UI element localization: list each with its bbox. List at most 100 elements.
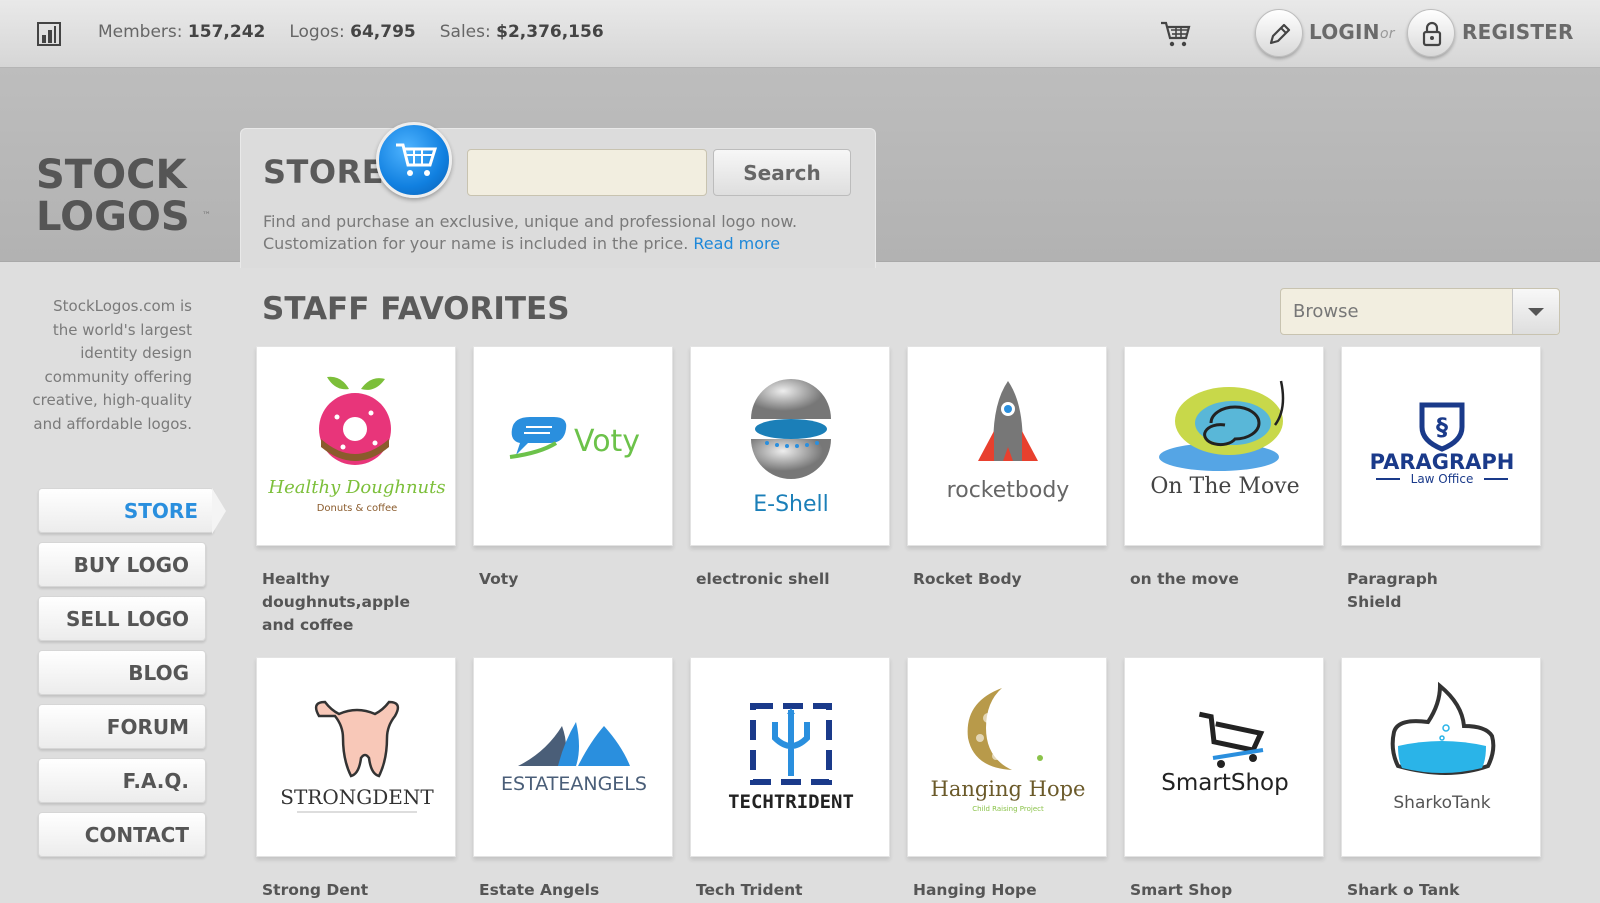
stat-label: Logos: (289, 22, 345, 42)
logo-thumbnail[interactable]: TECHTRIDENT (690, 657, 890, 857)
logo-tag-text: Donuts & coffee (317, 503, 398, 514)
register-icon-button[interactable] (1407, 9, 1455, 57)
logo-caption[interactable]: Hanging Hope (907, 879, 1057, 902)
logo-thumbnail[interactable]: E-Shell (690, 346, 890, 546)
search-input[interactable] (467, 149, 707, 196)
logo-caption[interactable]: Shark o Tank (1341, 879, 1491, 902)
svg-text:™: ™ (202, 211, 211, 221)
trident-logo-icon: TECHTRIDENT (728, 703, 854, 813)
logo-brand-text: Hanging Hope (931, 777, 1086, 801)
store-description: Find and purchase an exclusive, unique a… (263, 211, 853, 255)
logo-card[interactable]: STRONGDENT Strong Dent (256, 657, 456, 902)
logo-caption[interactable]: Healthy doughnuts,apple and coffee (256, 568, 410, 637)
shell-sphere-logo-icon: E-Shell (751, 379, 831, 517)
logo-brand-text: PARAGRAPH (1370, 450, 1515, 474)
browse-dropdown[interactable]: Browse (1280, 288, 1560, 335)
logo-caption[interactable]: Tech Trident (690, 879, 840, 902)
logo-card[interactable]: § PARAGRAPH Law Office Paragraph Shield (1341, 346, 1541, 614)
logo-caption[interactable]: on the move (1124, 568, 1274, 591)
logo-card[interactable]: SharkoTank Shark o Tank (1341, 657, 1541, 902)
logo-card[interactable]: SmartShop Smart Shop (1124, 657, 1324, 902)
wings-logo-icon: ESTATEANGELS (501, 722, 647, 795)
logo-card[interactable]: Healthy Doughnuts Donuts & coffee Health… (256, 346, 456, 637)
logo-card[interactable]: ESTATEANGELS Estate Angels (473, 657, 673, 902)
sidebar-nav: STORE BUY LOGO SELL LOGO BLOG FORUM F.A.… (38, 488, 228, 866)
logo-thumbnail[interactable]: rocketbody (907, 346, 1107, 546)
cart-icon (396, 143, 438, 176)
nav-item-contact[interactable]: CONTACT (38, 812, 206, 857)
logo-card[interactable]: Voty Voty (473, 346, 673, 591)
logo-caption[interactable]: Smart Shop (1124, 879, 1274, 902)
logo-thumbnail[interactable]: On The Move (1124, 346, 1324, 546)
login-icon-button[interactable] (1255, 9, 1303, 57)
logo-caption[interactable]: Estate Angels (473, 879, 623, 902)
logo-thumbnail[interactable]: Healthy Doughnuts Donuts & coffee (256, 346, 456, 546)
logo-brand-text: STRONGDENT (280, 785, 434, 809)
logo-brand-text: On The Move (1150, 474, 1299, 499)
logo-brand-text: rocketbody (947, 478, 1070, 503)
logo-thumbnail[interactable]: SmartShop (1124, 657, 1324, 857)
svg-text:§: § (1436, 413, 1448, 441)
stat-value: 157,242 (187, 22, 266, 42)
nav-item-sell-logo[interactable]: SELL LOGO (38, 596, 206, 641)
shield-logo-icon: § PARAGRAPH Law Office (1370, 402, 1515, 486)
read-more-link[interactable]: Read more (693, 234, 780, 253)
shark-tank-logo-icon: SharkoTank (1390, 681, 1496, 813)
logo-thumbnail[interactable]: Hanging Hope Child Raising Project (907, 657, 1107, 857)
stat-value: 64,795 (350, 22, 416, 42)
login-link[interactable]: LOGIN (1309, 20, 1380, 44)
stocklogos-logo[interactable]: STOCK LOGOS ™ (34, 150, 224, 266)
section-title: STAFF FAVORITES (262, 291, 570, 327)
logo-caption[interactable]: Voty (473, 568, 623, 591)
logo-caption[interactable]: electronic shell (690, 568, 840, 591)
logo-tag-text: Law Office (1411, 472, 1474, 486)
tooth-logo-icon: STRONGDENT (280, 700, 434, 813)
logo-thumbnail[interactable]: § PARAGRAPH Law Office (1341, 346, 1541, 546)
logo-caption[interactable]: Strong Dent (256, 879, 406, 902)
logo-caption[interactable]: Rocket Body (907, 568, 1057, 591)
logo-thumbnail[interactable]: STRONGDENT (256, 657, 456, 857)
logo-brand-text: ESTATEANGELS (501, 773, 647, 795)
logo-brand-text: Healthy Doughnuts (267, 477, 445, 498)
rocket-logo-icon: rocketbody (947, 381, 1070, 503)
logo-card[interactable]: TECHTRIDENT Tech Trident (690, 657, 890, 902)
site-stats: Members: 157,242 Logos: 64,795 Sales: $2… (98, 22, 628, 42)
speech-bubble-logo-icon: Voty (509, 417, 640, 459)
stats-icon[interactable] (37, 22, 61, 46)
logo-card[interactable]: rocketbody Rocket Body (907, 346, 1107, 591)
logo-thumbnail[interactable]: Voty (473, 346, 673, 546)
top-bar: Members: 157,242 Logos: 64,795 Sales: $2… (0, 0, 1600, 68)
register-link[interactable]: REGISTER (1462, 20, 1574, 44)
nav-item-blog[interactable]: BLOG (38, 650, 206, 695)
shopping-cart-logo-icon: SmartShop (1161, 711, 1289, 796)
logo-thumbnail[interactable]: SharkoTank (1341, 657, 1541, 857)
pencil-icon (1269, 23, 1291, 45)
store-cart-button[interactable] (376, 122, 452, 198)
stat-logos: Logos: 64,795 (289, 22, 415, 42)
search-button[interactable]: Search (713, 149, 851, 196)
logo-card[interactable]: On The Move on the move (1124, 346, 1324, 591)
logo-card[interactable]: Hanging Hope Child Raising Project Hangi… (907, 657, 1107, 902)
about-text: StockLogos.com is the world's largest id… (32, 297, 192, 433)
lock-icon (1422, 21, 1442, 47)
nav-item-forum[interactable]: FORUM (38, 704, 206, 749)
nav-item-store[interactable]: STORE (38, 488, 226, 534)
moon-logo-icon: Hanging Hope Child Raising Project (931, 688, 1086, 813)
cart-icon[interactable] (1160, 20, 1192, 48)
store-title: STORE (263, 153, 385, 191)
nav-item-faq[interactable]: F.A.Q. (38, 758, 206, 803)
logo-tag-text: Child Raising Project (972, 805, 1044, 813)
nav-item-buy-logo[interactable]: BUY LOGO (38, 542, 206, 587)
stat-label: Members: (98, 22, 183, 42)
browse-selected: Browse (1293, 301, 1359, 322)
logo-brand-text: E-Shell (753, 492, 829, 517)
logo-caption[interactable]: Paragraph Shield (1341, 568, 1491, 614)
snail-logo-icon: On The Move (1150, 380, 1300, 499)
chevron-down-icon[interactable] (1512, 289, 1559, 334)
doughnut-logo-icon: Healthy Doughnuts Donuts & coffee (267, 376, 446, 514)
logo-thumbnail[interactable]: ESTATEANGELS (473, 657, 673, 857)
logo-card[interactable]: E-Shell electronic shell (690, 346, 890, 591)
stat-label: Sales: (439, 22, 491, 42)
stat-members: Members: 157,242 (98, 22, 265, 42)
logo-brand-text: Voty (574, 424, 640, 459)
